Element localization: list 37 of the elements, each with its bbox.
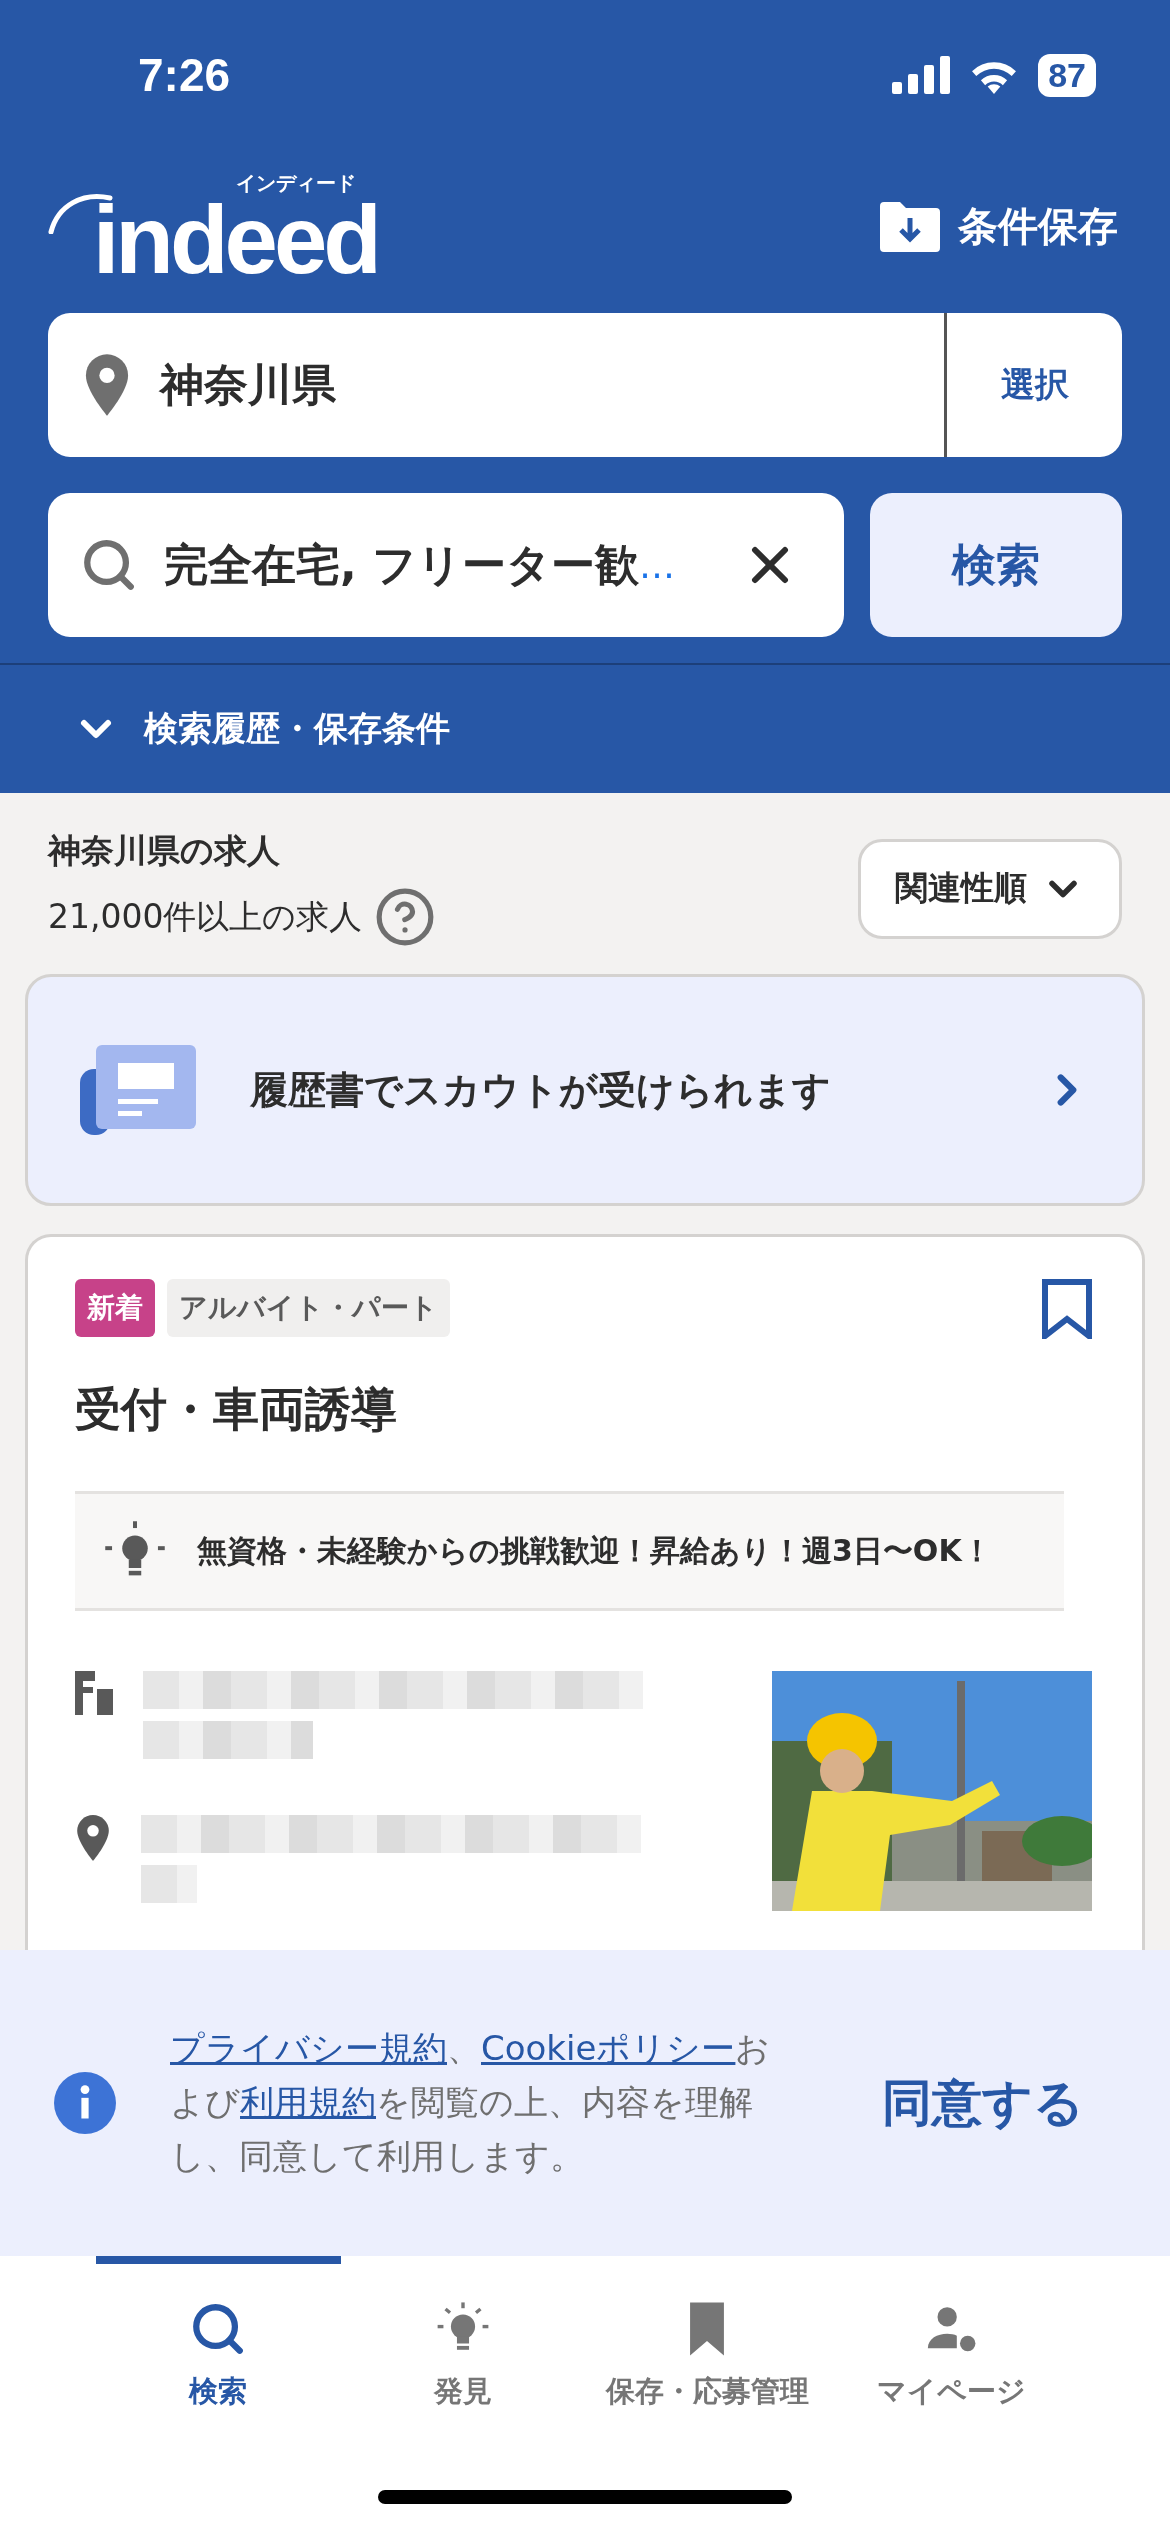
folder-download-icon: [880, 201, 940, 252]
tab-bar-item[interactable]: 発見: [340, 2256, 585, 2412]
info-icon: [54, 2072, 116, 2134]
save-search-button[interactable]: 条件保存: [880, 199, 1118, 255]
results-title: 神奈川県の求人: [48, 830, 281, 873]
job-type-tag: アルバイト・パート: [167, 1279, 450, 1338]
new-badge: 新着: [75, 1279, 155, 1338]
consent-text: プライバシー規約、Cookieポリシーおよび利用規約を閲覧の上、内容を理解し、同意して利用します。: [170, 2027, 772, 2178]
logo-reading: インディード: [236, 170, 356, 197]
tab-bar-item[interactable]: マイページ: [829, 2256, 1074, 2412]
policy-link[interactable]: Cookieポリシー: [481, 2028, 736, 2069]
agree-button[interactable]: 同意する: [876, 2068, 1090, 2138]
tab-bar-item[interactable]: 検索: [96, 2256, 341, 2412]
search-button[interactable]: 検索: [870, 493, 1122, 638]
status-time: 7:26: [138, 48, 231, 102]
tab-bar-item[interactable]: 保存・応募管理: [585, 2256, 830, 2412]
job-card[interactable]: 新着 アルバイト・パート 受付・車両誘導 無資格・未経験からの挑戦歓迎！昇給あり！週3日〜OK！: [25, 1234, 1145, 1950]
signal-icon: [892, 56, 951, 94]
blurred-block: [141, 1865, 197, 1904]
policy-link[interactable]: プライバシー規約: [170, 2028, 447, 2069]
building-icon: [75, 1671, 113, 1716]
job-title[interactable]: 受付・車両誘導: [75, 1379, 1092, 1442]
scout-banner[interactable]: 履歴書でスカウトが受けられます: [25, 974, 1145, 1207]
location-field[interactable]: 神奈川県 選択: [48, 313, 1122, 458]
battery-level: 87: [1038, 53, 1096, 97]
logo-wordmark: indeed: [92, 197, 378, 284]
location-pin-icon: [75, 1815, 111, 1862]
sort-dropdown[interactable]: 関連性順: [858, 838, 1122, 939]
bookmark-icon[interactable]: [1042, 1279, 1092, 1340]
select-button[interactable]: 選択: [944, 313, 1122, 458]
location-pin-icon: [84, 354, 130, 417]
resume-icon: [80, 1045, 196, 1136]
highlight-text: 無資格・未経験からの挑戦歓迎！昇給あり！週3日〜OK！: [197, 1531, 992, 1570]
history-toggle[interactable]: 検索履歴・保存条件: [0, 663, 1170, 794]
results-count: 21,000件以上の求人: [48, 895, 363, 938]
policy-link[interactable]: 利用規約: [240, 2082, 376, 2123]
keyword-field[interactable]: 完全在宅, フリーター歓…: [48, 493, 844, 638]
